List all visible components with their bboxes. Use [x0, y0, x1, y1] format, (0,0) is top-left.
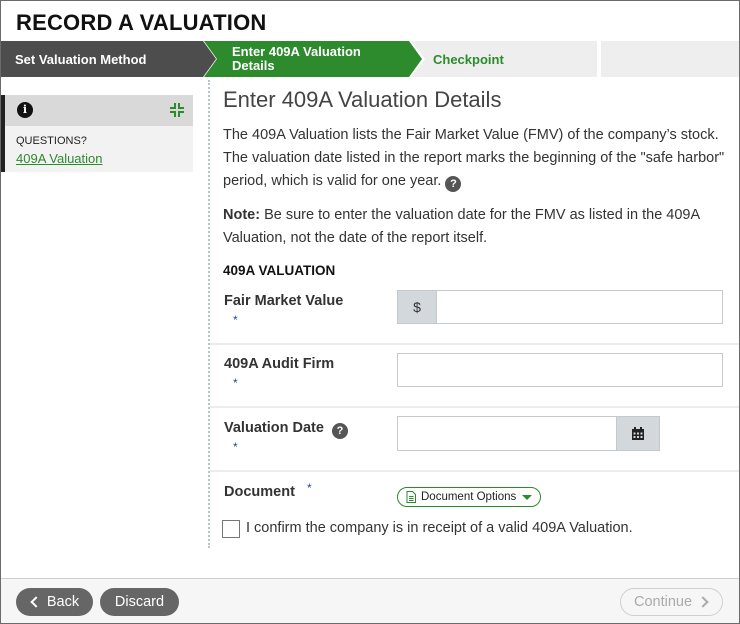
confirm-label: I confirm the company is in receipt of a…	[246, 520, 633, 536]
row-divider	[210, 406, 739, 408]
chevron-left-icon	[30, 596, 42, 608]
chevron-right-icon	[697, 596, 709, 608]
step-enter-details[interactable]: Enter 409A Valuation Details	[204, 41, 422, 77]
audit-firm-required-marker: *	[233, 376, 238, 390]
calendar-icon	[632, 426, 644, 440]
intro-paragraph: The 409A Valuation lists the Fair Market…	[223, 124, 728, 193]
audit-firm-input[interactable]	[397, 353, 723, 387]
page-title: RECORD A VALUATION	[16, 10, 267, 35]
step-checkpoint[interactable]: Checkpoint	[433, 41, 504, 77]
document-icon	[406, 491, 416, 503]
continue-button-label: Continue	[633, 594, 693, 610]
step-enter-details-label: Enter 409A Valuation Details	[232, 44, 361, 73]
calendar-button[interactable]	[616, 416, 660, 451]
document-label: Document	[224, 484, 295, 500]
section-heading: Enter 409A Valuation Details	[223, 87, 502, 112]
discard-button[interactable]: Discard	[100, 588, 179, 616]
confirm-checkbox[interactable]	[222, 520, 240, 538]
fmv-required-marker: *	[233, 313, 238, 327]
footer-bar: Back Discard Continue	[1, 578, 739, 623]
question-icon[interactable]: ?	[331, 423, 348, 439]
content-divider	[208, 80, 210, 548]
note-text: Be sure to enter the valuation date for …	[223, 207, 700, 246]
step-set-valuation-method[interactable]: Set Valuation Method	[1, 41, 216, 77]
valuation-date-required-marker: *	[233, 440, 238, 454]
fmv-input[interactable]	[436, 290, 723, 324]
note-label: Note:	[223, 207, 261, 223]
valuation-section-title: 409A VALUATION	[223, 263, 336, 278]
chevron-down-icon	[522, 494, 533, 500]
info-icon: i	[17, 102, 33, 118]
back-button-label: Back	[46, 594, 80, 610]
row-divider	[210, 470, 739, 472]
valuation-date-label-text: Valuation Date	[224, 420, 324, 436]
note-paragraph: Note: Be sure to enter the valuation dat…	[223, 204, 728, 250]
409a-valuation-link[interactable]: 409A Valuation	[16, 151, 103, 166]
valuation-date-input[interactable]	[397, 416, 617, 451]
audit-firm-label: 409A Audit Firm	[224, 356, 335, 372]
row-divider	[210, 343, 739, 345]
fmv-label: Fair Market Value	[224, 293, 344, 309]
sidebar-header: i	[5, 95, 193, 126]
document-options-label: Document Options	[421, 491, 517, 503]
currency-prefix: $	[397, 290, 437, 324]
help-sidebar: i QUESTIONS? 409A Valuation	[1, 95, 193, 172]
step-divider	[597, 41, 601, 77]
intro-text: The 409A Valuation lists the Fair Market…	[223, 127, 725, 189]
document-options-button[interactable]: Document Options	[397, 487, 541, 507]
valuation-date-label: Valuation Date ?	[224, 420, 348, 439]
questions-label: QUESTIONS?	[16, 135, 87, 147]
collapse-icon[interactable]	[169, 102, 185, 118]
document-required-marker: *	[307, 481, 312, 495]
question-icon[interactable]: ?	[445, 176, 462, 192]
back-button[interactable]: Back	[16, 588, 93, 616]
progress-steps: Set Valuation Method Enter 409A Valuatio…	[1, 41, 739, 77]
continue-button[interactable]: Continue	[620, 588, 723, 616]
